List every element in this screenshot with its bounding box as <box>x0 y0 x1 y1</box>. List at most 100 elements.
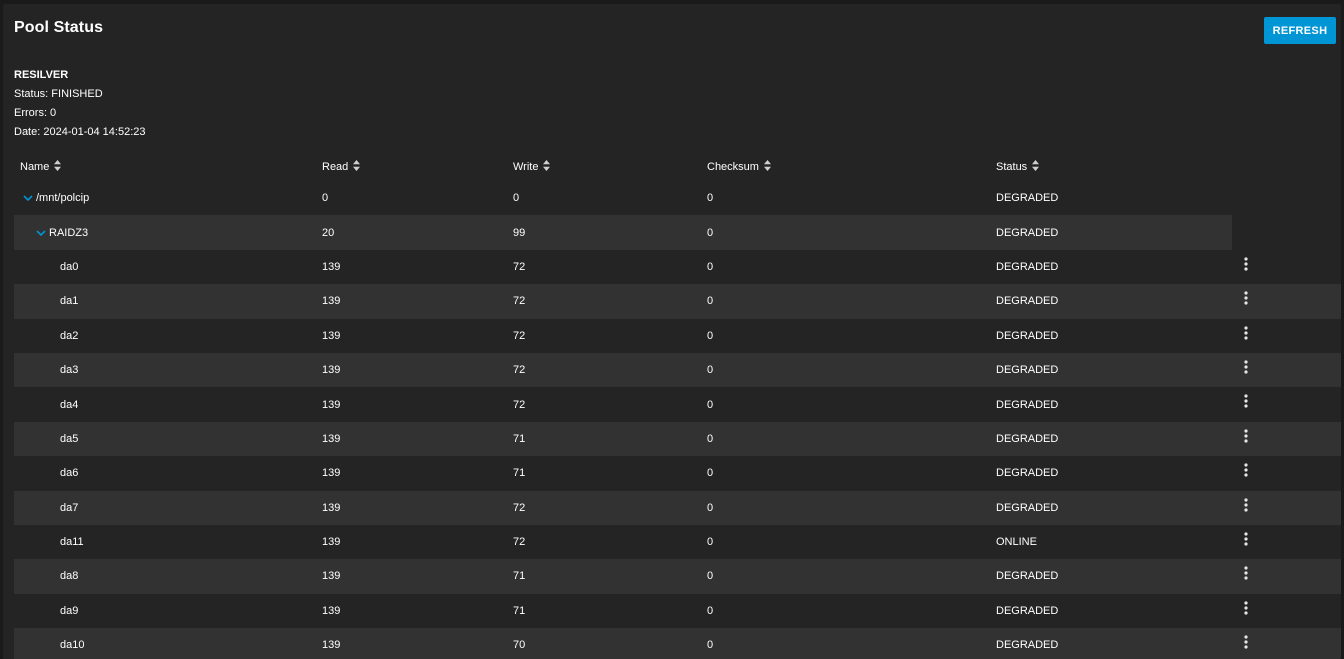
status-cell: DEGRADED <box>996 260 1059 273</box>
table-row[interactable]: da6 139 71 0 DEGRADED <box>14 456 1341 490</box>
table-row[interactable]: da7 139 72 0 DEGRADED <box>14 490 1341 525</box>
table-row-vdev[interactable]: RAIDZ3 20 99 0 DEGRADED <box>14 215 1232 250</box>
table-row[interactable]: da8 139 71 0 DEGRADED <box>14 559 1341 594</box>
more-vert-icon <box>1244 360 1248 374</box>
chevron-down-icon[interactable] <box>23 194 33 202</box>
table-row[interactable]: da9 139 71 0 DEGRADED <box>14 594 1341 628</box>
read-cell: 139 <box>322 604 341 617</box>
more-vert-icon <box>1244 497 1248 512</box>
read-cell: 139 <box>322 570 341 583</box>
more-vert-icon <box>1244 291 1248 305</box>
status-cell: DEGRADED <box>996 467 1059 480</box>
row-actions-button[interactable] <box>1236 456 1256 490</box>
column-header-label: Read <box>322 161 349 173</box>
more-vert-icon <box>1244 566 1248 580</box>
more-vert-icon <box>1244 325 1248 340</box>
column-header-write[interactable]: Write <box>513 149 551 181</box>
name-cell: da3 <box>60 364 79 377</box>
column-header-checksum[interactable]: Checksum <box>707 149 771 181</box>
name-cell: RAIDZ3 <box>14 215 88 249</box>
name-cell: da6 <box>60 467 79 480</box>
scan-status: Status: FINISHED <box>14 88 103 100</box>
sort-icon <box>763 160 771 171</box>
write-cell: 72 <box>513 398 526 411</box>
refresh-button[interactable]: REFRESH <box>1264 17 1336 44</box>
sort-icon <box>1032 160 1040 171</box>
row-actions-button[interactable] <box>1236 628 1256 659</box>
write-cell: 72 <box>513 364 526 377</box>
sort-icon <box>353 160 361 171</box>
status-cell: DEGRADED <box>996 398 1059 411</box>
name-cell: /mnt/polcip <box>14 181 89 215</box>
read-cell: 139 <box>322 501 341 514</box>
pool-status-card: Pool Status REFRESH RESILVER Status: FIN… <box>3 4 1341 659</box>
scan-date: Date: 2024-01-04 14:52:23 <box>14 126 146 138</box>
pool-status-table: Name Read Write Checksum Status /mnt/pol… <box>14 149 1341 659</box>
table-row[interactable]: da10 139 70 0 DEGRADED <box>14 628 1341 659</box>
read-cell: 20 <box>322 226 335 239</box>
checksum-cell: 0 <box>707 570 714 583</box>
sort-icon <box>54 160 62 171</box>
status-cell: ONLINE <box>996 536 1037 549</box>
more-vert-icon <box>1244 463 1248 477</box>
read-cell: 139 <box>322 398 341 411</box>
checksum-cell: 0 <box>707 398 714 411</box>
scan-info: RESILVER Status: FINISHED Errors: 0 Date… <box>14 66 146 142</box>
page-title: Pool Status <box>14 19 104 36</box>
write-cell: 72 <box>513 536 526 549</box>
table-row-pool[interactable]: /mnt/polcip 0 0 0 DEGRADED <box>14 181 1232 215</box>
more-vert-icon <box>1244 394 1248 408</box>
write-cell: 99 <box>513 226 526 239</box>
status-cell: DEGRADED <box>996 432 1059 445</box>
row-actions-button[interactable] <box>1236 353 1256 387</box>
status-cell: DEGRADED <box>996 639 1059 652</box>
row-actions-button[interactable] <box>1236 559 1256 593</box>
row-actions-button[interactable] <box>1236 525 1256 559</box>
read-cell: 139 <box>322 536 341 549</box>
column-header-status[interactable]: Status <box>996 149 1040 181</box>
checksum-cell: 0 <box>707 364 714 377</box>
column-header-name[interactable]: Name <box>20 149 62 181</box>
column-header-label: Name <box>20 161 50 173</box>
row-actions-button[interactable] <box>1236 594 1256 628</box>
name-cell: da7 <box>60 501 79 514</box>
row-actions-button[interactable] <box>1236 250 1256 284</box>
checksum-cell: 0 <box>707 467 714 480</box>
table-row[interactable]: da5 139 71 0 DEGRADED <box>14 421 1341 457</box>
more-vert-icon <box>1244 257 1248 271</box>
card-header: Pool Status REFRESH <box>3 4 1341 56</box>
status-cell: DEGRADED <box>996 226 1059 239</box>
name-cell: da9 <box>60 604 79 617</box>
checksum-cell: 0 <box>707 226 714 239</box>
more-vert-icon <box>1244 532 1248 546</box>
row-actions-button[interactable] <box>1236 491 1256 525</box>
more-vert-icon <box>1244 429 1248 443</box>
checksum-cell: 0 <box>707 639 714 652</box>
table-row[interactable]: da0 139 72 0 DEGRADED <box>14 250 1341 284</box>
row-actions-button[interactable] <box>1236 387 1256 421</box>
column-header-read[interactable]: Read <box>322 149 361 181</box>
row-name: /mnt/polcip <box>36 192 90 205</box>
row-name: RAIDZ3 <box>49 226 89 239</box>
table-row[interactable]: da11 139 72 0 ONLINE <box>14 525 1341 559</box>
table-row[interactable]: da2 139 72 0 DEGRADED <box>14 319 1341 353</box>
more-vert-icon <box>1244 635 1248 649</box>
checksum-cell: 0 <box>707 536 714 549</box>
row-actions-button[interactable] <box>1236 284 1256 318</box>
status-cell: DEGRADED <box>996 329 1059 342</box>
name-cell: da5 <box>60 432 79 445</box>
table-row[interactable]: da4 139 72 0 DEGRADED <box>14 387 1341 421</box>
name-cell: da4 <box>60 398 79 411</box>
row-actions-button[interactable] <box>1236 319 1256 353</box>
scan-type: RESILVER <box>14 69 69 81</box>
status-cell: DEGRADED <box>996 501 1059 514</box>
chevron-down-icon[interactable] <box>36 229 46 237</box>
row-actions-button[interactable] <box>1236 422 1256 456</box>
checksum-cell: 0 <box>707 604 714 617</box>
table-header: Name Read Write Checksum Status <box>14 149 1341 181</box>
name-cell: da11 <box>60 536 84 549</box>
read-cell: 139 <box>322 260 341 273</box>
table-row[interactable]: da3 139 72 0 DEGRADED <box>14 352 1341 388</box>
table-row[interactable]: da1 139 72 0 DEGRADED <box>14 284 1341 319</box>
write-cell: 72 <box>513 329 526 342</box>
